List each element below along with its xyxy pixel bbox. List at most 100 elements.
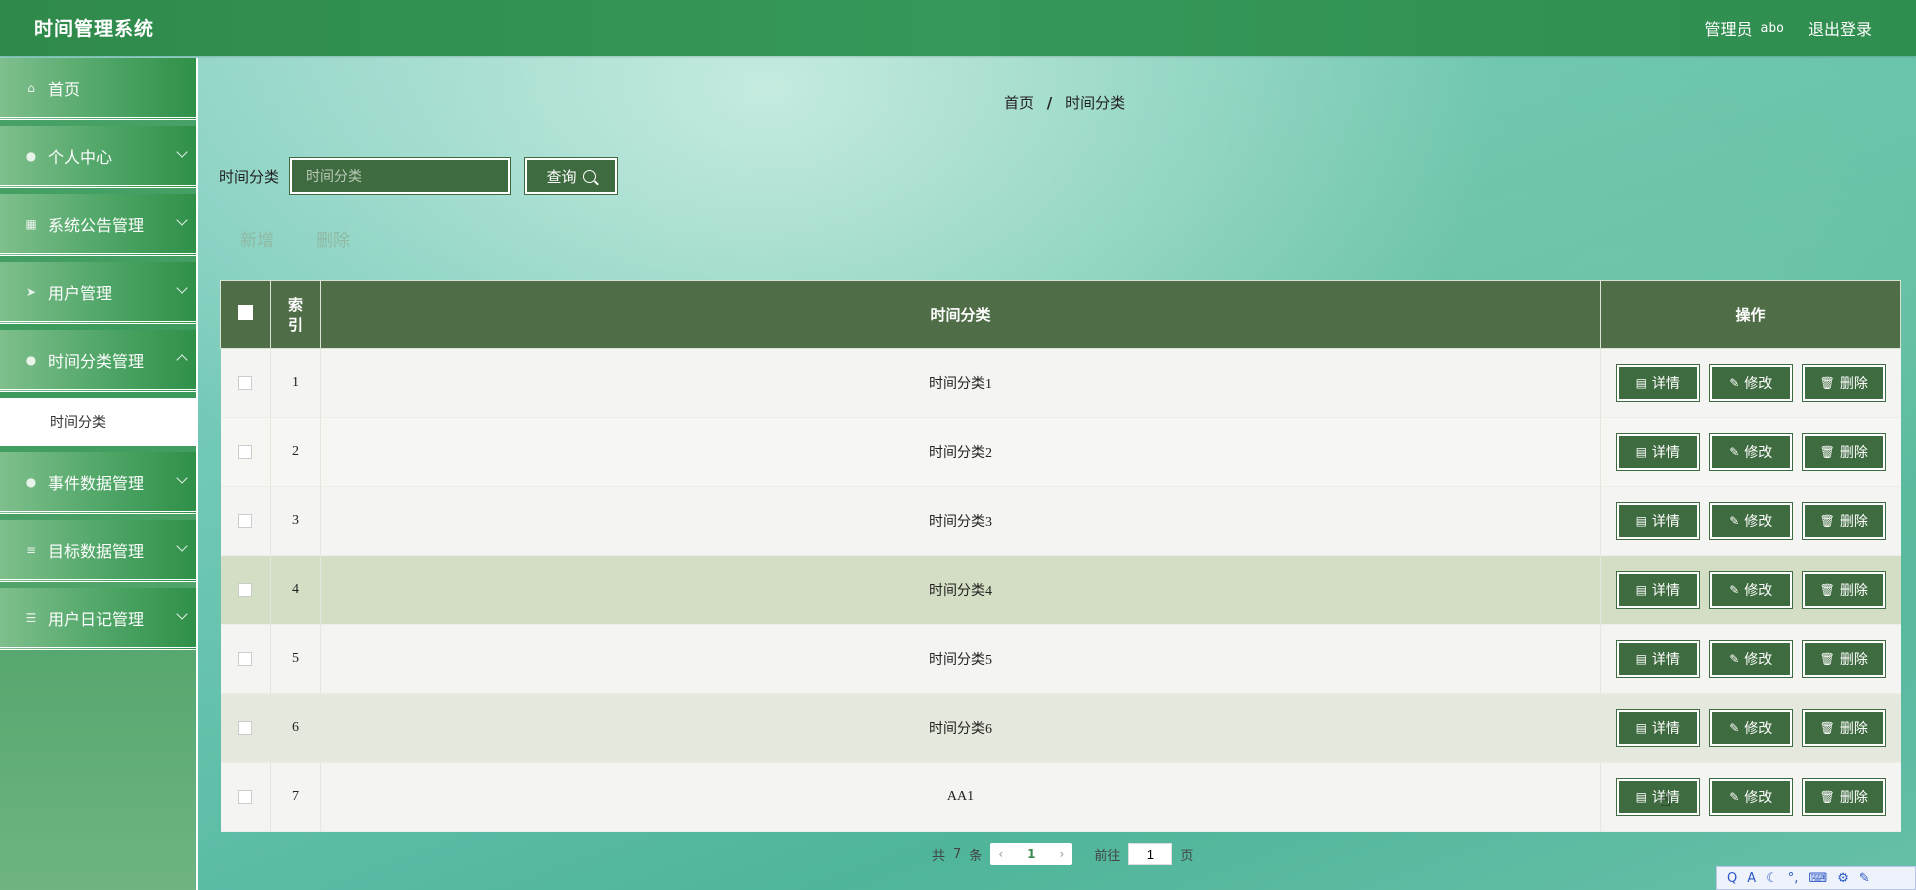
search-button[interactable]: 查询 [524, 157, 618, 195]
trash-icon: 🗑 [1819, 514, 1835, 528]
row-checkbox[interactable] [238, 789, 253, 804]
add-button[interactable]: 新增 [240, 226, 274, 251]
logout-link[interactable]: 退出登录 [1808, 16, 1872, 40]
document-icon: ▤ [1635, 790, 1647, 804]
row-checkbox[interactable] [238, 651, 253, 666]
row-checkbox[interactable] [238, 513, 253, 528]
edit-button[interactable]: ✎ 修改 [1708, 778, 1793, 816]
row-actions: ▤ 详情 ✎ 修改 🗑 删除 [1602, 433, 1900, 471]
edit-button[interactable]: ✎ 修改 [1708, 640, 1793, 678]
edit-button[interactable]: ✎ 修改 [1708, 433, 1793, 471]
detail-button[interactable]: ▤ 详情 [1615, 640, 1700, 678]
search-input[interactable] [289, 157, 511, 195]
sidebar-item-label: 个人中心 [48, 147, 113, 167]
table-row: 6 时间分类6 ▤ 详情 ✎ 修改 🗑 删除 [220, 693, 1901, 763]
row-index: 6 [270, 693, 321, 763]
sliders-icon: ☰ [25, 610, 37, 625]
sidebar-subitem-time-category[interactable]: 时间分类 [0, 398, 196, 446]
sidebar-item-label: 时间分类管理 [48, 351, 145, 371]
row-index: 2 [270, 417, 321, 487]
sidebar-item-user-diary[interactable]: ☰ 用户日记管理 [0, 588, 196, 650]
breadcrumb: 首页 / 时间分类 [1004, 92, 1125, 113]
total-suffix: 条 [969, 848, 983, 864]
pencil-icon: ✎ [1729, 721, 1740, 735]
breadcrumb-home[interactable]: 首页 [1004, 94, 1034, 112]
current-page[interactable]: 1 [1027, 847, 1035, 861]
ime-punctuation-icon[interactable]: °, [1788, 871, 1799, 886]
edit-button[interactable]: ✎ 修改 [1708, 571, 1793, 609]
trash-icon: 🗑 [1819, 376, 1835, 390]
table-row: 7 AA1 ▤ 详情 ✎ 修改 🗑 删除 [220, 762, 1901, 832]
edit-label: 修改 [1744, 582, 1773, 598]
sidebar: ⌂ 首页 ● 个人中心 ▦ 系统公告管理 ➤ 用户管理 ● 时间分类管理 时间分… [0, 58, 198, 890]
delete-button[interactable]: 🗑 删除 [1801, 433, 1886, 471]
row-name: 时间分类1 [320, 348, 1601, 418]
ime-search-icon[interactable]: Q [1727, 871, 1737, 886]
chevron-down-icon [176, 214, 188, 226]
header-index-label: 索引 [287, 295, 303, 334]
row-name: AA1 [320, 762, 1601, 832]
app-title: 时间管理系统 [34, 18, 155, 40]
ime-settings-icon[interactable]: ⚙ [1837, 871, 1849, 886]
document-icon: ▤ [1635, 583, 1647, 597]
header-name: 时间分类 [320, 280, 1601, 349]
edit-button[interactable]: ✎ 修改 [1708, 709, 1793, 747]
table-header-row: 索引 时间分类 操作 [220, 280, 1901, 349]
delete-button[interactable]: 🗑 删除 [1801, 571, 1886, 609]
pencil-icon: ✎ [1729, 790, 1740, 804]
sidebar-item-time-category-mgmt[interactable]: ● 时间分类管理 [0, 330, 196, 392]
document-icon: ▤ [1635, 652, 1647, 666]
ime-tool-icon[interactable]: ✎ [1859, 871, 1870, 886]
table-row: 2 时间分类2 ▤ 详情 ✎ 修改 🗑 删除 [220, 417, 1901, 487]
sidebar-item-personal-center[interactable]: ● 个人中心 [0, 126, 196, 188]
sidebar-item-announcements[interactable]: ▦ 系统公告管理 [0, 194, 196, 256]
detail-button[interactable]: ▤ 详情 [1615, 502, 1700, 540]
chevron-left-icon[interactable]: ‹ [998, 847, 1003, 861]
delete-button[interactable]: 🗑 删除 [1801, 778, 1886, 816]
user-icon: ● [25, 148, 37, 163]
select-all-checkbox[interactable] [238, 305, 253, 320]
sidebar-item-users[interactable]: ➤ 用户管理 [0, 262, 196, 324]
sidebar-item-goal-data[interactable]: ≡ 目标数据管理 [0, 520, 196, 582]
grid-icon: ▦ [25, 216, 37, 231]
trash-icon: 🗑 [1819, 721, 1835, 735]
chevron-down-icon [176, 282, 188, 294]
row-actions: ▤ 详情 ✎ 修改 🗑 删除 [1602, 640, 1900, 678]
row-checkbox[interactable] [238, 720, 253, 735]
delete-button[interactable]: 🗑 删除 [1801, 640, 1886, 678]
ime-language-icon[interactable]: A [1747, 871, 1756, 886]
table-row: 4 时间分类4 ▤ 详情 ✎ 修改 🗑 删除 [220, 555, 1901, 625]
chevron-right-icon[interactable]: › [1059, 847, 1064, 861]
header-index: 索引 [270, 280, 321, 349]
edit-label: 修改 [1744, 513, 1773, 529]
row-checkbox[interactable] [238, 444, 253, 459]
ime-keyboard-icon[interactable]: ⌨ [1808, 871, 1827, 886]
select-all-cell [220, 280, 271, 349]
edit-button[interactable]: ✎ 修改 [1708, 364, 1793, 402]
sidebar-item-event-data[interactable]: ● 事件数据管理 [0, 452, 196, 514]
edit-label: 修改 [1744, 444, 1773, 460]
sidebar-item-home[interactable]: ⌂ 首页 [0, 58, 196, 120]
delete-button[interactable]: 🗑 删除 [1801, 502, 1886, 540]
detail-button[interactable]: ▤ 详情 [1615, 778, 1700, 816]
trash-icon: 🗑 [1819, 790, 1835, 804]
trash-icon: 🗑 [1819, 652, 1835, 666]
goto-page-input[interactable] [1128, 843, 1173, 865]
row-checkbox[interactable] [238, 375, 253, 390]
edit-label: 修改 [1744, 375, 1773, 391]
data-table: 索引 时间分类 操作 1 时间分类1 ▤ 详情 ✎ 修改 🗑 删除 2 时间分类2 [220, 280, 1901, 832]
detail-button[interactable]: ▤ 详情 [1615, 709, 1700, 747]
sidebar-item-label: 用户日记管理 [48, 609, 145, 629]
trash-icon: 🗑 [1819, 583, 1835, 597]
batch-delete-button[interactable]: 删除 [316, 226, 350, 251]
detail-button[interactable]: ▤ 详情 [1615, 364, 1700, 402]
row-checkbox[interactable] [238, 582, 253, 597]
delete-button[interactable]: 🗑 删除 [1801, 709, 1886, 747]
detail-button[interactable]: ▤ 详情 [1615, 571, 1700, 609]
delete-label: 删除 [1839, 375, 1868, 391]
edit-button[interactable]: ✎ 修改 [1708, 502, 1793, 540]
chevron-down-icon [176, 608, 188, 620]
ime-moon-icon[interactable]: ☾ [1766, 871, 1778, 886]
detail-button[interactable]: ▤ 详情 [1615, 433, 1700, 471]
delete-button[interactable]: 🗑 删除 [1801, 364, 1886, 402]
